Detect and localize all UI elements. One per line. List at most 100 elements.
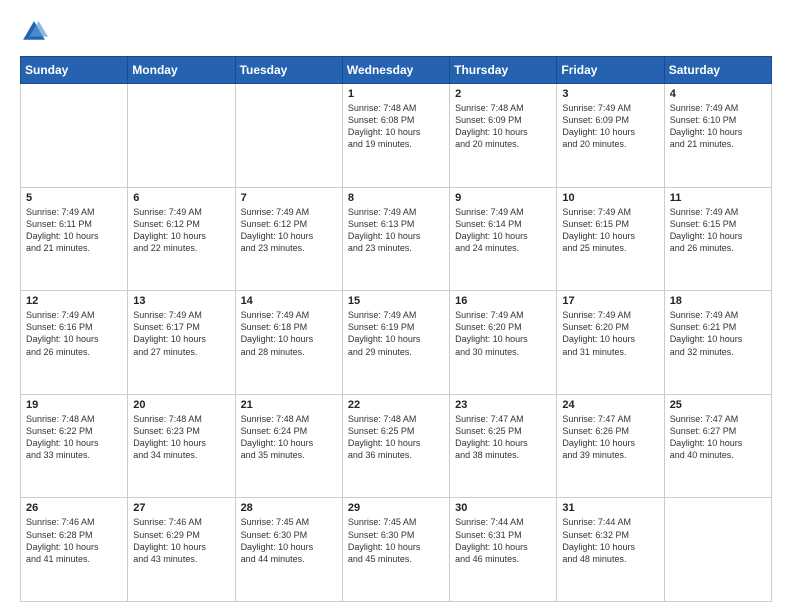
- day-cell: 14Sunrise: 7:49 AM Sunset: 6:18 PM Dayli…: [235, 291, 342, 395]
- day-number: 7: [241, 192, 337, 204]
- day-number: 5: [26, 192, 122, 204]
- day-info: Sunrise: 7:44 AM Sunset: 6:31 PM Dayligh…: [455, 516, 551, 565]
- day-info: Sunrise: 7:49 AM Sunset: 6:12 PM Dayligh…: [133, 206, 229, 255]
- day-info: Sunrise: 7:49 AM Sunset: 6:14 PM Dayligh…: [455, 206, 551, 255]
- day-number: 27: [133, 502, 229, 514]
- day-cell: 25 Sunrise: 7:47 AM Sunset: 6:27 PM Dayli…: [664, 394, 771, 498]
- day-cell: 12 Sunrise: 7:49 AM Sunset: 6:16 PM Dayli…: [21, 291, 128, 395]
- day-info: Sunrise: 7:47 AM Sunset: 6:27 PM Dayligh…: [670, 413, 766, 462]
- day-cell: 1 Sunrise: 7:48 AM Sunset: 6:08 PM Daylig…: [342, 84, 449, 188]
- day-cell: 24 Sunrise: 7:47 AM Sunset: 6:26 PM Dayli…: [557, 394, 664, 498]
- day-info: Sunrise: 7:48 AM Sunset: 6:24 PM Dayligh…: [241, 413, 337, 462]
- calendar-table: SundayMondayTuesdayWednesdayThursdayFrid…: [20, 56, 772, 602]
- day-number: 15: [348, 295, 444, 307]
- weekday-header-saturday: Saturday: [664, 57, 771, 84]
- weekday-header-friday: Friday: [557, 57, 664, 84]
- day-cell: 3 Sunrise: 7:49 AM Sunset: 6:09 PM Daylig…: [557, 84, 664, 188]
- day-cell: 9 Sunrise: 7:49 AM Sunset: 6:14 PM Daylig…: [450, 187, 557, 291]
- day-number: 17: [562, 295, 658, 307]
- day-info: Sunrise: 7:46 AM Sunset: 6:29 PM Dayligh…: [133, 516, 229, 565]
- day-number: 10: [562, 192, 658, 204]
- day-info: Sunrise: 7:49 AM Sunset: 6:15 PM Dayligh…: [670, 206, 766, 255]
- day-info: Sunrise: 7:46 AM Sunset: 6:28 PM Dayligh…: [26, 516, 122, 565]
- weekday-header-sunday: Sunday: [21, 57, 128, 84]
- week-row-5: 26 Sunrise: 7:46 AM Sunset: 6:28 PM Dayli…: [21, 498, 772, 602]
- day-number: 2: [455, 88, 551, 100]
- day-cell: 5Sunrise: 7:49 AM Sunset: 6:11 PM Daylig…: [21, 187, 128, 291]
- day-cell: 11 Sunrise: 7:49 AM Sunset: 6:15 PM Dayli…: [664, 187, 771, 291]
- week-row-4: 19Sunrise: 7:48 AM Sunset: 6:22 PM Dayli…: [21, 394, 772, 498]
- day-cell: [664, 498, 771, 602]
- day-cell: [235, 84, 342, 188]
- week-row-3: 12 Sunrise: 7:49 AM Sunset: 6:16 PM Dayli…: [21, 291, 772, 395]
- day-info: Sunrise: 7:49 AM Sunset: 6:10 PM Dayligh…: [670, 102, 766, 151]
- day-info: Sunrise: 7:49 AM Sunset: 6:09 PM Dayligh…: [562, 102, 658, 151]
- logo: [20, 18, 52, 46]
- day-info: Sunrise: 7:48 AM Sunset: 6:22 PM Dayligh…: [26, 413, 122, 462]
- day-info: Sunrise: 7:49 AM Sunset: 6:20 PM Dayligh…: [455, 309, 551, 358]
- day-cell: 10 Sunrise: 7:49 AM Sunset: 6:15 PM Dayli…: [557, 187, 664, 291]
- day-number: 4: [670, 88, 766, 100]
- day-cell: 29 Sunrise: 7:45 AM Sunset: 6:30 PM Dayli…: [342, 498, 449, 602]
- day-number: 26: [26, 502, 122, 514]
- day-number: 30: [455, 502, 551, 514]
- day-cell: 15 Sunrise: 7:49 AM Sunset: 6:19 PM Dayli…: [342, 291, 449, 395]
- day-number: 11: [670, 192, 766, 204]
- day-cell: 8Sunrise: 7:49 AM Sunset: 6:13 PM Daylig…: [342, 187, 449, 291]
- day-cell: 7Sunrise: 7:49 AM Sunset: 6:12 PM Daylig…: [235, 187, 342, 291]
- day-number: 16: [455, 295, 551, 307]
- day-number: 3: [562, 88, 658, 100]
- day-info: Sunrise: 7:49 AM Sunset: 6:21 PM Dayligh…: [670, 309, 766, 358]
- day-info: Sunrise: 7:44 AM Sunset: 6:32 PM Dayligh…: [562, 516, 658, 565]
- weekday-header-wednesday: Wednesday: [342, 57, 449, 84]
- day-cell: [21, 84, 128, 188]
- day-info: Sunrise: 7:49 AM Sunset: 6:17 PM Dayligh…: [133, 309, 229, 358]
- day-cell: 6Sunrise: 7:49 AM Sunset: 6:12 PM Daylig…: [128, 187, 235, 291]
- day-cell: 27 Sunrise: 7:46 AM Sunset: 6:29 PM Dayli…: [128, 498, 235, 602]
- day-number: 12: [26, 295, 122, 307]
- day-cell: 21 Sunrise: 7:48 AM Sunset: 6:24 PM Dayli…: [235, 394, 342, 498]
- day-number: 22: [348, 399, 444, 411]
- day-cell: 19Sunrise: 7:48 AM Sunset: 6:22 PM Dayli…: [21, 394, 128, 498]
- day-cell: 28 Sunrise: 7:45 AM Sunset: 6:30 PM Dayli…: [235, 498, 342, 602]
- day-cell: 23Sunrise: 7:47 AM Sunset: 6:25 PM Dayli…: [450, 394, 557, 498]
- day-info: Sunrise: 7:48 AM Sunset: 6:23 PM Dayligh…: [133, 413, 229, 462]
- day-number: 1: [348, 88, 444, 100]
- day-info: Sunrise: 7:45 AM Sunset: 6:30 PM Dayligh…: [348, 516, 444, 565]
- day-cell: 30 Sunrise: 7:44 AM Sunset: 6:31 PM Dayli…: [450, 498, 557, 602]
- day-number: 21: [241, 399, 337, 411]
- day-number: 28: [241, 502, 337, 514]
- day-cell: 13 Sunrise: 7:49 AM Sunset: 6:17 PM Dayli…: [128, 291, 235, 395]
- day-cell: 17 Sunrise: 7:49 AM Sunset: 6:20 PM Dayli…: [557, 291, 664, 395]
- day-info: Sunrise: 7:49 AM Sunset: 6:20 PM Dayligh…: [562, 309, 658, 358]
- day-cell: 31 Sunrise: 7:44 AM Sunset: 6:32 PM Dayli…: [557, 498, 664, 602]
- day-cell: 4 Sunrise: 7:49 AM Sunset: 6:10 PM Daylig…: [664, 84, 771, 188]
- day-info: Sunrise: 7:47 AM Sunset: 6:26 PM Dayligh…: [562, 413, 658, 462]
- day-info: Sunrise: 7:49 AM Sunset: 6:15 PM Dayligh…: [562, 206, 658, 255]
- day-info: Sunrise: 7:49 AM Sunset: 6:19 PM Dayligh…: [348, 309, 444, 358]
- day-info: Sunrise: 7:49 AM Sunset: 6:13 PM Dayligh…: [348, 206, 444, 255]
- day-number: 24: [562, 399, 658, 411]
- day-number: 29: [348, 502, 444, 514]
- day-cell: 2 Sunrise: 7:48 AM Sunset: 6:09 PM Daylig…: [450, 84, 557, 188]
- day-number: 18: [670, 295, 766, 307]
- day-number: 20: [133, 399, 229, 411]
- weekday-header-tuesday: Tuesday: [235, 57, 342, 84]
- day-info: Sunrise: 7:48 AM Sunset: 6:09 PM Dayligh…: [455, 102, 551, 151]
- day-number: 25: [670, 399, 766, 411]
- day-number: 13: [133, 295, 229, 307]
- header: [20, 18, 772, 46]
- day-cell: 22 Sunrise: 7:48 AM Sunset: 6:25 PM Dayli…: [342, 394, 449, 498]
- day-info: Sunrise: 7:49 AM Sunset: 6:16 PM Dayligh…: [26, 309, 122, 358]
- day-number: 23: [455, 399, 551, 411]
- day-info: Sunrise: 7:49 AM Sunset: 6:18 PM Dayligh…: [241, 309, 337, 358]
- weekday-header-monday: Monday: [128, 57, 235, 84]
- day-info: Sunrise: 7:48 AM Sunset: 6:08 PM Dayligh…: [348, 102, 444, 151]
- page: SundayMondayTuesdayWednesdayThursdayFrid…: [0, 0, 792, 612]
- week-row-2: 5Sunrise: 7:49 AM Sunset: 6:11 PM Daylig…: [21, 187, 772, 291]
- day-info: Sunrise: 7:48 AM Sunset: 6:25 PM Dayligh…: [348, 413, 444, 462]
- day-cell: 20 Sunrise: 7:48 AM Sunset: 6:23 PM Dayli…: [128, 394, 235, 498]
- day-number: 31: [562, 502, 658, 514]
- day-number: 9: [455, 192, 551, 204]
- day-info: Sunrise: 7:45 AM Sunset: 6:30 PM Dayligh…: [241, 516, 337, 565]
